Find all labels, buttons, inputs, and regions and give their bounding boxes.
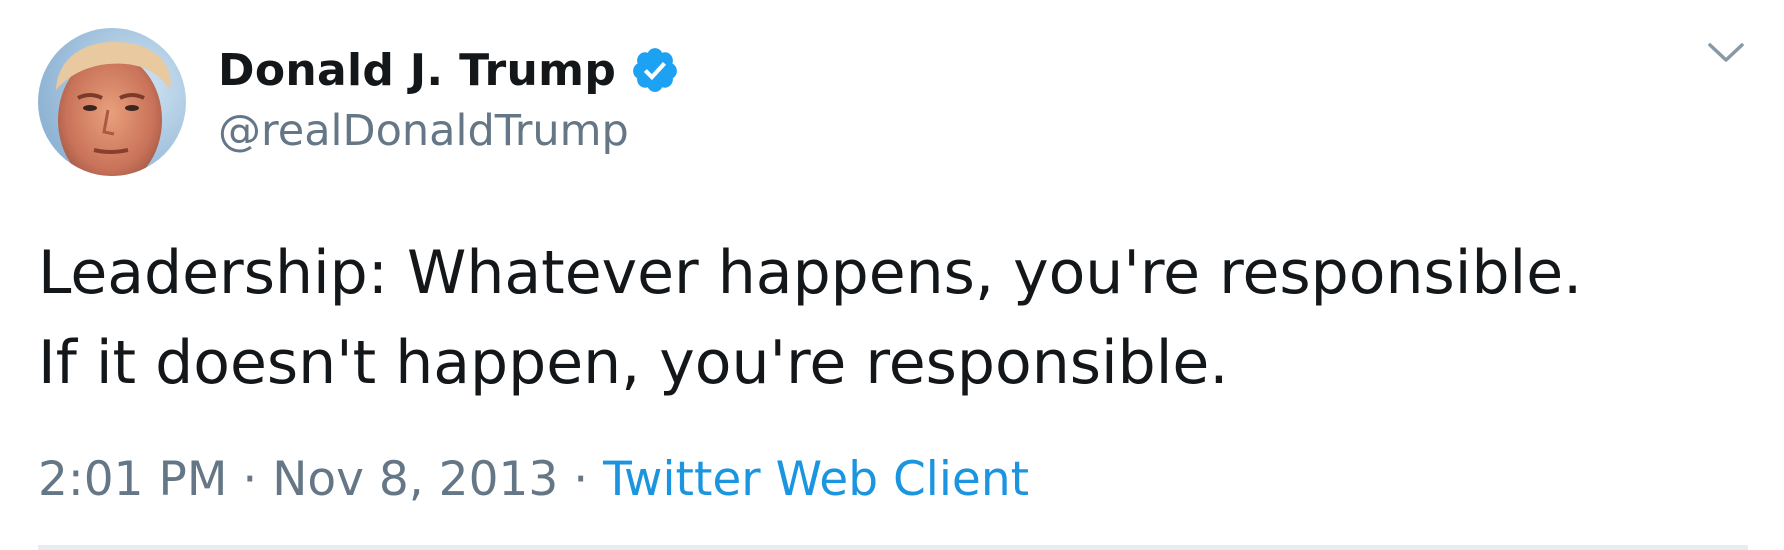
divider bbox=[38, 545, 1748, 550]
chevron-down-icon[interactable] bbox=[1706, 40, 1746, 66]
tweet-text-line: Leadership: Whatever happens, you're res… bbox=[38, 238, 1583, 308]
user-handle[interactable]: @realDonaldTrump bbox=[218, 106, 629, 156]
tweet-source-link[interactable]: Twitter Web Client bbox=[603, 452, 1029, 507]
avatar[interactable] bbox=[38, 28, 186, 176]
tweet-card: Donald J. Trump @realDonaldTrump Leaders… bbox=[0, 0, 1784, 550]
name-row: Donald J. Trump bbox=[218, 42, 680, 98]
meta-separator: · bbox=[558, 452, 604, 507]
tweet-text: Leadership: Whatever happens, you're res… bbox=[38, 228, 1758, 408]
verified-badge-icon bbox=[630, 45, 680, 95]
display-name[interactable]: Donald J. Trump bbox=[218, 45, 616, 96]
tweet-meta: 2:01 PM · Nov 8, 2013 · Twitter Web Clie… bbox=[38, 452, 1029, 507]
meta-separator: · bbox=[227, 452, 273, 507]
tweet-text-line: If it doesn't happen, you're responsible… bbox=[38, 328, 1229, 398]
profile-photo-icon bbox=[38, 28, 186, 176]
tweet-time[interactable]: 2:01 PM bbox=[38, 452, 227, 507]
tweet-date[interactable]: Nov 8, 2013 bbox=[272, 452, 558, 507]
